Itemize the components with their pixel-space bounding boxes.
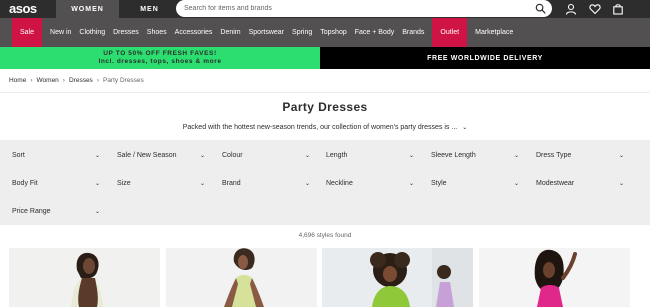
nav-face-body[interactable]: Face + Body [351, 18, 399, 47]
filter-label: Sort [12, 151, 25, 159]
chevron-down-icon: ⌄ [199, 152, 205, 159]
breadcrumb-separator: › [30, 77, 33, 84]
description-text: Packed with the hottest new-season trend… [182, 124, 458, 131]
filter-label: Size [117, 179, 131, 187]
filter-dress-type[interactable]: Dress Type ⌄ [532, 143, 628, 167]
breadcrumb-home[interactable]: Home [9, 77, 26, 84]
chevron-down-icon: ⌄ [304, 180, 310, 187]
nav-denim[interactable]: Denim [216, 18, 244, 47]
product-image[interactable] [9, 248, 160, 307]
promo-subline: Incl. dresses, tops, shoes & more [98, 58, 222, 65]
filter-label: Colour [222, 151, 243, 159]
nav-accessories[interactable]: Accessories [171, 18, 217, 47]
bag-icon[interactable] [612, 3, 624, 15]
nav-spring[interactable]: Spring [288, 18, 316, 47]
nav-sportswear[interactable]: Sportswear [245, 18, 288, 47]
chevron-down-icon: ⌄ [304, 152, 310, 159]
breadcrumb-separator: › [96, 77, 99, 84]
chevron-down-icon: ⌄ [408, 152, 414, 159]
filter-brand[interactable]: Brand ⌄ [218, 171, 314, 195]
filter-length[interactable]: Length ⌄ [322, 143, 418, 167]
filter-price-range[interactable]: Price Range ⌄ [8, 199, 104, 223]
breadcrumb-dresses[interactable]: Dresses [69, 77, 93, 84]
nav-clothing[interactable]: Clothing [75, 18, 109, 47]
filter-label: Modestwear [536, 179, 575, 187]
results-count: 4,696 styles found [298, 232, 352, 239]
chevron-down-icon: ⌄ [618, 180, 624, 187]
search-input[interactable] [184, 5, 524, 12]
chevron-down-icon: ⌄ [94, 152, 100, 159]
filter-label: Length [326, 151, 348, 159]
tab-women[interactable]: WOMEN [56, 0, 118, 18]
breadcrumb-separator: › [62, 77, 65, 84]
chevron-down-icon[interactable]: ⌄ [462, 124, 467, 131]
breadcrumb-current: Party Dresses [102, 77, 144, 84]
product-image[interactable] [322, 248, 473, 307]
filter-sort[interactable]: Sort ⌄ [8, 143, 104, 167]
asos-logo[interactable]: asos [9, 0, 49, 18]
filter-label: Brand [222, 179, 241, 187]
chevron-down-icon: ⌄ [94, 208, 100, 215]
page-title: Party Dresses [282, 100, 368, 114]
nav-brands[interactable]: Brands [398, 18, 428, 47]
search-icon[interactable] [535, 3, 546, 14]
filter-size[interactable]: Size ⌄ [113, 171, 209, 195]
chevron-down-icon: ⌄ [408, 180, 414, 187]
filter-label: Style [431, 179, 447, 187]
page-description[interactable]: Packed with the hottest new-season trend… [0, 124, 650, 131]
filter-style[interactable]: Style ⌄ [427, 171, 523, 195]
breadcrumb: Home › Women › Dresses › Party Dresses [9, 77, 144, 84]
filter-label: Neckline [326, 179, 353, 187]
chevron-down-icon: ⌄ [94, 180, 100, 187]
filter-sleeve-length[interactable]: Sleeve Length ⌄ [427, 143, 523, 167]
nav-sale[interactable]: Sale [12, 18, 43, 47]
filter-sale-new-season[interactable]: Sale / New Season ⌄ [113, 143, 209, 167]
nav-marketplace[interactable]: Marketplace [471, 18, 517, 47]
filter-label: Sleeve Length [431, 151, 476, 159]
promo-banner-sale[interactable]: UP TO 50% OFF FRESH FAVES! Incl. dresses… [0, 47, 320, 69]
account-icon[interactable] [565, 3, 577, 15]
chevron-down-icon: ⌄ [618, 152, 624, 159]
chevron-down-icon: ⌄ [199, 180, 205, 187]
filter-label: Price Range [12, 207, 51, 215]
product-image[interactable] [479, 248, 630, 307]
chevron-down-icon: ⌄ [513, 180, 519, 187]
filter-colour[interactable]: Colour ⌄ [218, 143, 314, 167]
filter-label: Sale / New Season [117, 151, 177, 159]
filter-body-fit[interactable]: Body Fit ⌄ [8, 171, 104, 195]
search-bar [176, 0, 552, 17]
nav-dresses[interactable]: Dresses [109, 18, 143, 47]
chevron-down-icon: ⌄ [513, 152, 519, 159]
promo-headline: UP TO 50% OFF FRESH FAVES! [103, 50, 217, 57]
filter-label: Body Fit [12, 179, 38, 187]
filter-neckline[interactable]: Neckline ⌄ [322, 171, 418, 195]
filter-label: Dress Type [536, 151, 572, 159]
tab-men[interactable]: MEN [118, 0, 180, 18]
product-image[interactable] [166, 248, 317, 307]
nav-shoes[interactable]: Shoes [143, 18, 171, 47]
promo-banner-delivery[interactable]: FREE WORLDWIDE DELIVERY [320, 47, 650, 69]
nav-new-in[interactable]: New in [46, 18, 75, 47]
divider [0, 92, 650, 93]
heart-icon[interactable] [589, 3, 601, 15]
nav-outlet[interactable]: Outlet [432, 18, 468, 47]
nav-topshop[interactable]: Topshop [316, 18, 350, 47]
category-nav: Sale New in Clothing Dresses Shoes Acces… [0, 18, 650, 47]
filter-bar: Sort ⌄ Sale / New Season ⌄ Colour ⌄ Length ⌄… [0, 140, 650, 225]
breadcrumb-women[interactable]: Women [37, 77, 59, 84]
filter-modestwear[interactable]: Modestwear ⌄ [532, 171, 628, 195]
